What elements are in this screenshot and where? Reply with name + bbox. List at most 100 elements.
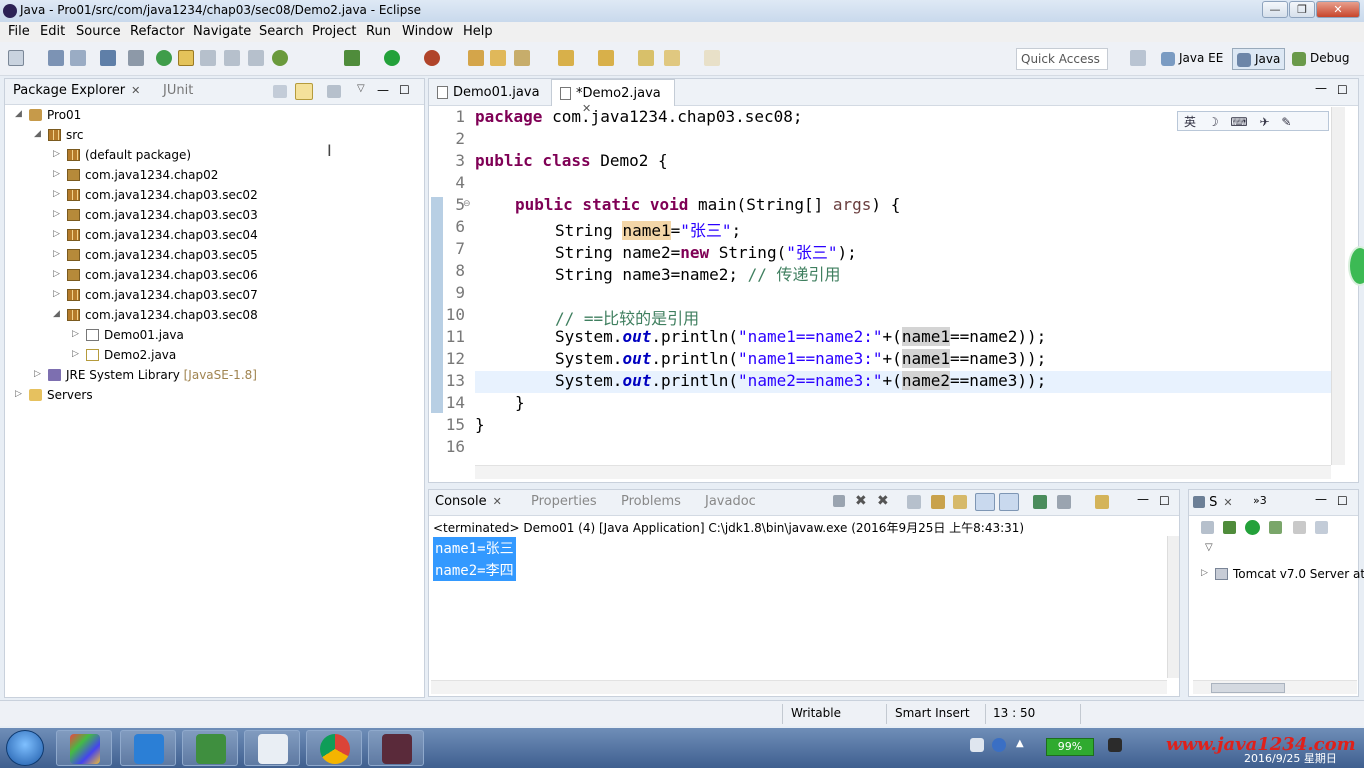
- quick-access-input[interactable]: Quick Access: [1016, 48, 1108, 70]
- minimize-view-icon[interactable]: —: [377, 83, 389, 97]
- open-perspective-icon[interactable]: [1130, 50, 1146, 66]
- terminate-icon[interactable]: [833, 495, 845, 507]
- network-icon[interactable]: [1108, 738, 1122, 752]
- horizontal-scrollbar[interactable]: [431, 680, 1167, 694]
- start-button[interactable]: [6, 730, 44, 766]
- refresh-icon[interactable]: [272, 50, 288, 66]
- taskbar-app[interactable]: [120, 730, 176, 766]
- chevron-up-icon[interactable]: ▲: [1016, 738, 1024, 749]
- tab-problems[interactable]: Problems: [621, 494, 681, 509]
- collapsed-arrow-icon[interactable]: ▷: [72, 329, 79, 339]
- new-java-project-icon[interactable]: [156, 50, 172, 66]
- collapsed-arrow-icon[interactable]: ▷: [72, 349, 79, 359]
- code-line[interactable]: String name3=name2; // 传递引用: [555, 261, 841, 285]
- menu-edit[interactable]: Edit: [40, 24, 65, 39]
- menu-run[interactable]: Run: [366, 24, 391, 39]
- expanded-arrow-icon[interactable]: ◢: [53, 309, 60, 319]
- run-icon[interactable]: [384, 50, 400, 66]
- expanded-arrow-icon[interactable]: ◢: [34, 129, 41, 139]
- tab-javadoc[interactable]: Javadoc: [705, 494, 756, 509]
- show-on-error-icon[interactable]: [999, 493, 1019, 511]
- perspective-java-ee[interactable]: Java EE: [1157, 48, 1227, 70]
- minimize-button[interactable]: —: [1262, 1, 1288, 18]
- minimize-view-icon[interactable]: —: [1137, 492, 1149, 506]
- tab-properties[interactable]: Properties: [531, 494, 597, 509]
- view-menu-icon[interactable]: [327, 85, 341, 98]
- maximize-button[interactable]: ❐: [1289, 1, 1315, 18]
- tab-demo2-java[interactable]: *Demo2.java ✕: [551, 79, 675, 115]
- fold-icon[interactable]: ⊖: [463, 199, 471, 209]
- menu-project[interactable]: Project: [312, 24, 356, 39]
- remove-launch-icon[interactable]: ✖: [855, 493, 869, 509]
- battery-indicator[interactable]: 99%: [1046, 738, 1094, 756]
- menu-window[interactable]: Window: [402, 24, 453, 39]
- show-on-output-icon[interactable]: [975, 493, 995, 511]
- word-wrap-icon[interactable]: [953, 495, 967, 509]
- word-wrap-icon[interactable]: [248, 50, 264, 66]
- skip-breakpoints-icon[interactable]: [128, 50, 144, 66]
- code-line[interactable]: System.out.println("name2==name3:"+(name…: [555, 371, 1046, 390]
- tab-overflow-button[interactable]: »3: [1253, 494, 1267, 507]
- tab-console[interactable]: Console ✕: [435, 494, 502, 509]
- collapse-icon[interactable]: [1201, 521, 1214, 534]
- display-console-icon[interactable]: [1057, 495, 1071, 509]
- taskbar-app[interactable]: [306, 730, 362, 766]
- print-icon[interactable]: [100, 50, 116, 66]
- chevron-down-icon[interactable]: ▽: [357, 83, 367, 94]
- menu-source[interactable]: Source: [76, 24, 121, 39]
- open-type-icon[interactable]: [468, 50, 484, 66]
- start-server-icon[interactable]: [1245, 520, 1260, 535]
- code-line[interactable]: public static void main(String[] args) {: [515, 195, 900, 214]
- close-icon[interactable]: ✕: [493, 495, 502, 508]
- collapsed-arrow-icon[interactable]: ▷: [53, 249, 60, 259]
- open-task-icon[interactable]: [490, 50, 506, 66]
- expanded-arrow-icon[interactable]: ◢: [15, 109, 22, 119]
- search-icon[interactable]: [514, 50, 530, 66]
- console-output-line[interactable]: name1=张三: [433, 537, 516, 559]
- taskbar-app[interactable]: [368, 730, 424, 766]
- toggle-block-selection-icon[interactable]: [200, 50, 216, 66]
- scroll-lock-icon[interactable]: [931, 495, 945, 509]
- close-icon[interactable]: ✕: [1223, 496, 1232, 509]
- profile-server-icon[interactable]: [1269, 521, 1282, 534]
- close-icon[interactable]: ✕: [131, 84, 140, 97]
- debug-server-icon[interactable]: [1223, 521, 1236, 534]
- console-output-line[interactable]: name2=李四: [433, 559, 516, 581]
- collapsed-arrow-icon[interactable]: ▷: [53, 289, 60, 299]
- horizontal-scrollbar[interactable]: [1193, 680, 1357, 694]
- toggle-mark-occurrences-icon[interactable]: [178, 50, 194, 66]
- code-line[interactable]: System.out.println("name1==name3:"+(name…: [555, 349, 1046, 368]
- code-line[interactable]: System.out.println("name1==name2:"+(name…: [555, 327, 1046, 346]
- new-icon[interactable]: [8, 50, 24, 66]
- code-line[interactable]: // ==比较的是引用: [555, 305, 699, 329]
- open-console-icon[interactable]: [1095, 495, 1109, 509]
- menu-file[interactable]: File: [8, 24, 30, 39]
- collapsed-arrow-icon[interactable]: ▷: [53, 169, 60, 179]
- clear-console-icon[interactable]: [907, 495, 921, 509]
- tab-demo01-java[interactable]: Demo01.java: [429, 79, 549, 106]
- collapsed-arrow-icon[interactable]: ▷: [34, 369, 41, 379]
- save-icon[interactable]: [48, 50, 64, 66]
- maximize-view-icon[interactable]: ☐: [1159, 494, 1170, 508]
- taskbar-app[interactable]: [56, 730, 112, 766]
- code-line[interactable]: }: [475, 415, 485, 434]
- tab-junit[interactable]: JUnit: [163, 83, 193, 98]
- link-with-editor-icon[interactable]: [295, 83, 313, 100]
- collapsed-arrow-icon[interactable]: ▷: [53, 189, 60, 199]
- minimize-view-icon[interactable]: —: [1315, 492, 1327, 506]
- code-line[interactable]: String name1="张三";: [555, 217, 741, 241]
- menu-navigate[interactable]: Navigate: [193, 24, 251, 39]
- code-line[interactable]: }: [515, 393, 525, 412]
- scrollbar-thumb[interactable]: [1211, 683, 1285, 693]
- taskbar-app[interactable]: [182, 730, 238, 766]
- tray-icon[interactable]: [970, 738, 984, 752]
- back-icon[interactable]: [664, 50, 680, 66]
- menu-refactor[interactable]: Refactor: [130, 24, 185, 39]
- pin-console-icon[interactable]: [1033, 495, 1047, 509]
- show-whitespace-icon[interactable]: [224, 50, 240, 66]
- code-line[interactable]: String name2=new String("张三");: [555, 239, 857, 263]
- collapsed-arrow-icon[interactable]: ▷: [53, 229, 60, 239]
- forward-icon[interactable]: [704, 50, 720, 66]
- minimize-view-icon[interactable]: —: [1315, 81, 1327, 95]
- taskbar-app[interactable]: [244, 730, 300, 766]
